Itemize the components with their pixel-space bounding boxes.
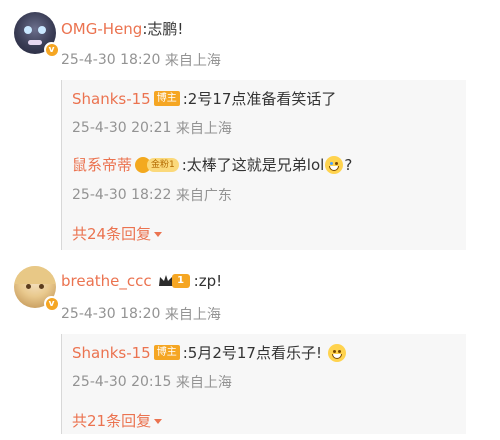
crown-level-badge: 1 [158, 274, 190, 288]
caret-down-icon [154, 419, 163, 424]
reply-location: 来自上海 [175, 121, 232, 137]
reply-header: 鼠系帝蒂 金粉1 :太棒了这就是兄弟lol? [72, 154, 352, 175]
comment-meta: 25-4-30 18:20 来自上海 [61, 304, 221, 324]
cry-laugh-emoji [325, 155, 344, 174]
reply-username[interactable]: Shanks-15 [72, 344, 151, 362]
blogger-badge: 博主 [153, 91, 180, 106]
verified-icon: v [44, 42, 59, 57]
reply-header: Shanks-15 博主 :2号17点准备看笑话了 [72, 88, 336, 109]
verified-icon: v [44, 296, 59, 311]
more-replies-link[interactable]: 共21条回复 [72, 410, 163, 431]
reply-text: :2号17点准备看笑话了 [182, 90, 337, 108]
comment-text: zp! [198, 272, 223, 290]
gold-fan-badge: 金粉1 [135, 156, 179, 173]
reply-meta: 25-4-30 18:22 来自广东 [72, 185, 232, 205]
reply-box: Shanks-15 博主 :2号17点准备看笑话了 25-4-30 20:21 … [61, 80, 466, 250]
comment-time: 25-4-30 18:20 [61, 306, 161, 322]
blogger-badge: 博主 [153, 345, 180, 360]
caret-down-icon [154, 232, 163, 237]
reply-meta: 25-4-30 20:15 来自上海 [72, 372, 232, 392]
comment-username[interactable]: breathe_ccc [61, 272, 152, 290]
more-replies-label: 共24条回复 [72, 225, 152, 243]
more-replies-link[interactable]: 共24条回复 [72, 223, 163, 244]
comment-time: 25-4-30 18:20 [61, 52, 161, 68]
reply-text: :太棒了这就是兄弟lol [181, 156, 325, 174]
reply-username[interactable]: Shanks-15 [72, 90, 151, 108]
reply-location: 来自上海 [175, 375, 232, 391]
comment-username[interactable]: OMG-Heng [61, 20, 142, 38]
reply-header: Shanks-15 博主 :5月2号17点看乐子! [72, 342, 347, 363]
comment-location: 来自上海 [164, 307, 221, 323]
comment-item: v OMG-Heng: 志鹏! 25-4-30 18:20 来自上海 Shanks… [0, 0, 500, 250]
reply-box: Shanks-15 博主 :5月2号17点看乐子! 25-4-30 20:15 … [61, 334, 466, 434]
reply-time: 25-4-30 20:21 [72, 120, 172, 136]
level-number: 1 [171, 274, 190, 288]
grin-emoji [327, 343, 346, 362]
reply-time: 25-4-30 20:15 [72, 374, 172, 390]
comment-item: v breathe_ccc 1 : zp! 25-4-30 18:20 来自上海 … [0, 258, 500, 440]
reply-location: 来自广东 [175, 188, 232, 204]
comment-header: OMG-Heng: 志鹏! [61, 18, 183, 39]
comment-text: 志鹏! [147, 20, 184, 38]
comment-location: 来自上海 [164, 53, 221, 69]
comment-meta: 25-4-30 18:20 来自上海 [61, 50, 221, 70]
avatar[interactable]: v [14, 266, 59, 311]
more-replies-label: 共21条回复 [72, 412, 152, 430]
reply-time: 25-4-30 18:22 [72, 187, 172, 203]
avatar[interactable]: v [14, 12, 59, 57]
reply-username[interactable]: 鼠系帝蒂 [72, 154, 132, 175]
reply-text: :5月2号17点看乐子! [182, 344, 322, 362]
comment-header: breathe_ccc 1 : zp! [61, 272, 222, 290]
reply-meta: 25-4-30 20:21 来自上海 [72, 118, 232, 138]
reply-text-suffix: ? [344, 155, 353, 174]
